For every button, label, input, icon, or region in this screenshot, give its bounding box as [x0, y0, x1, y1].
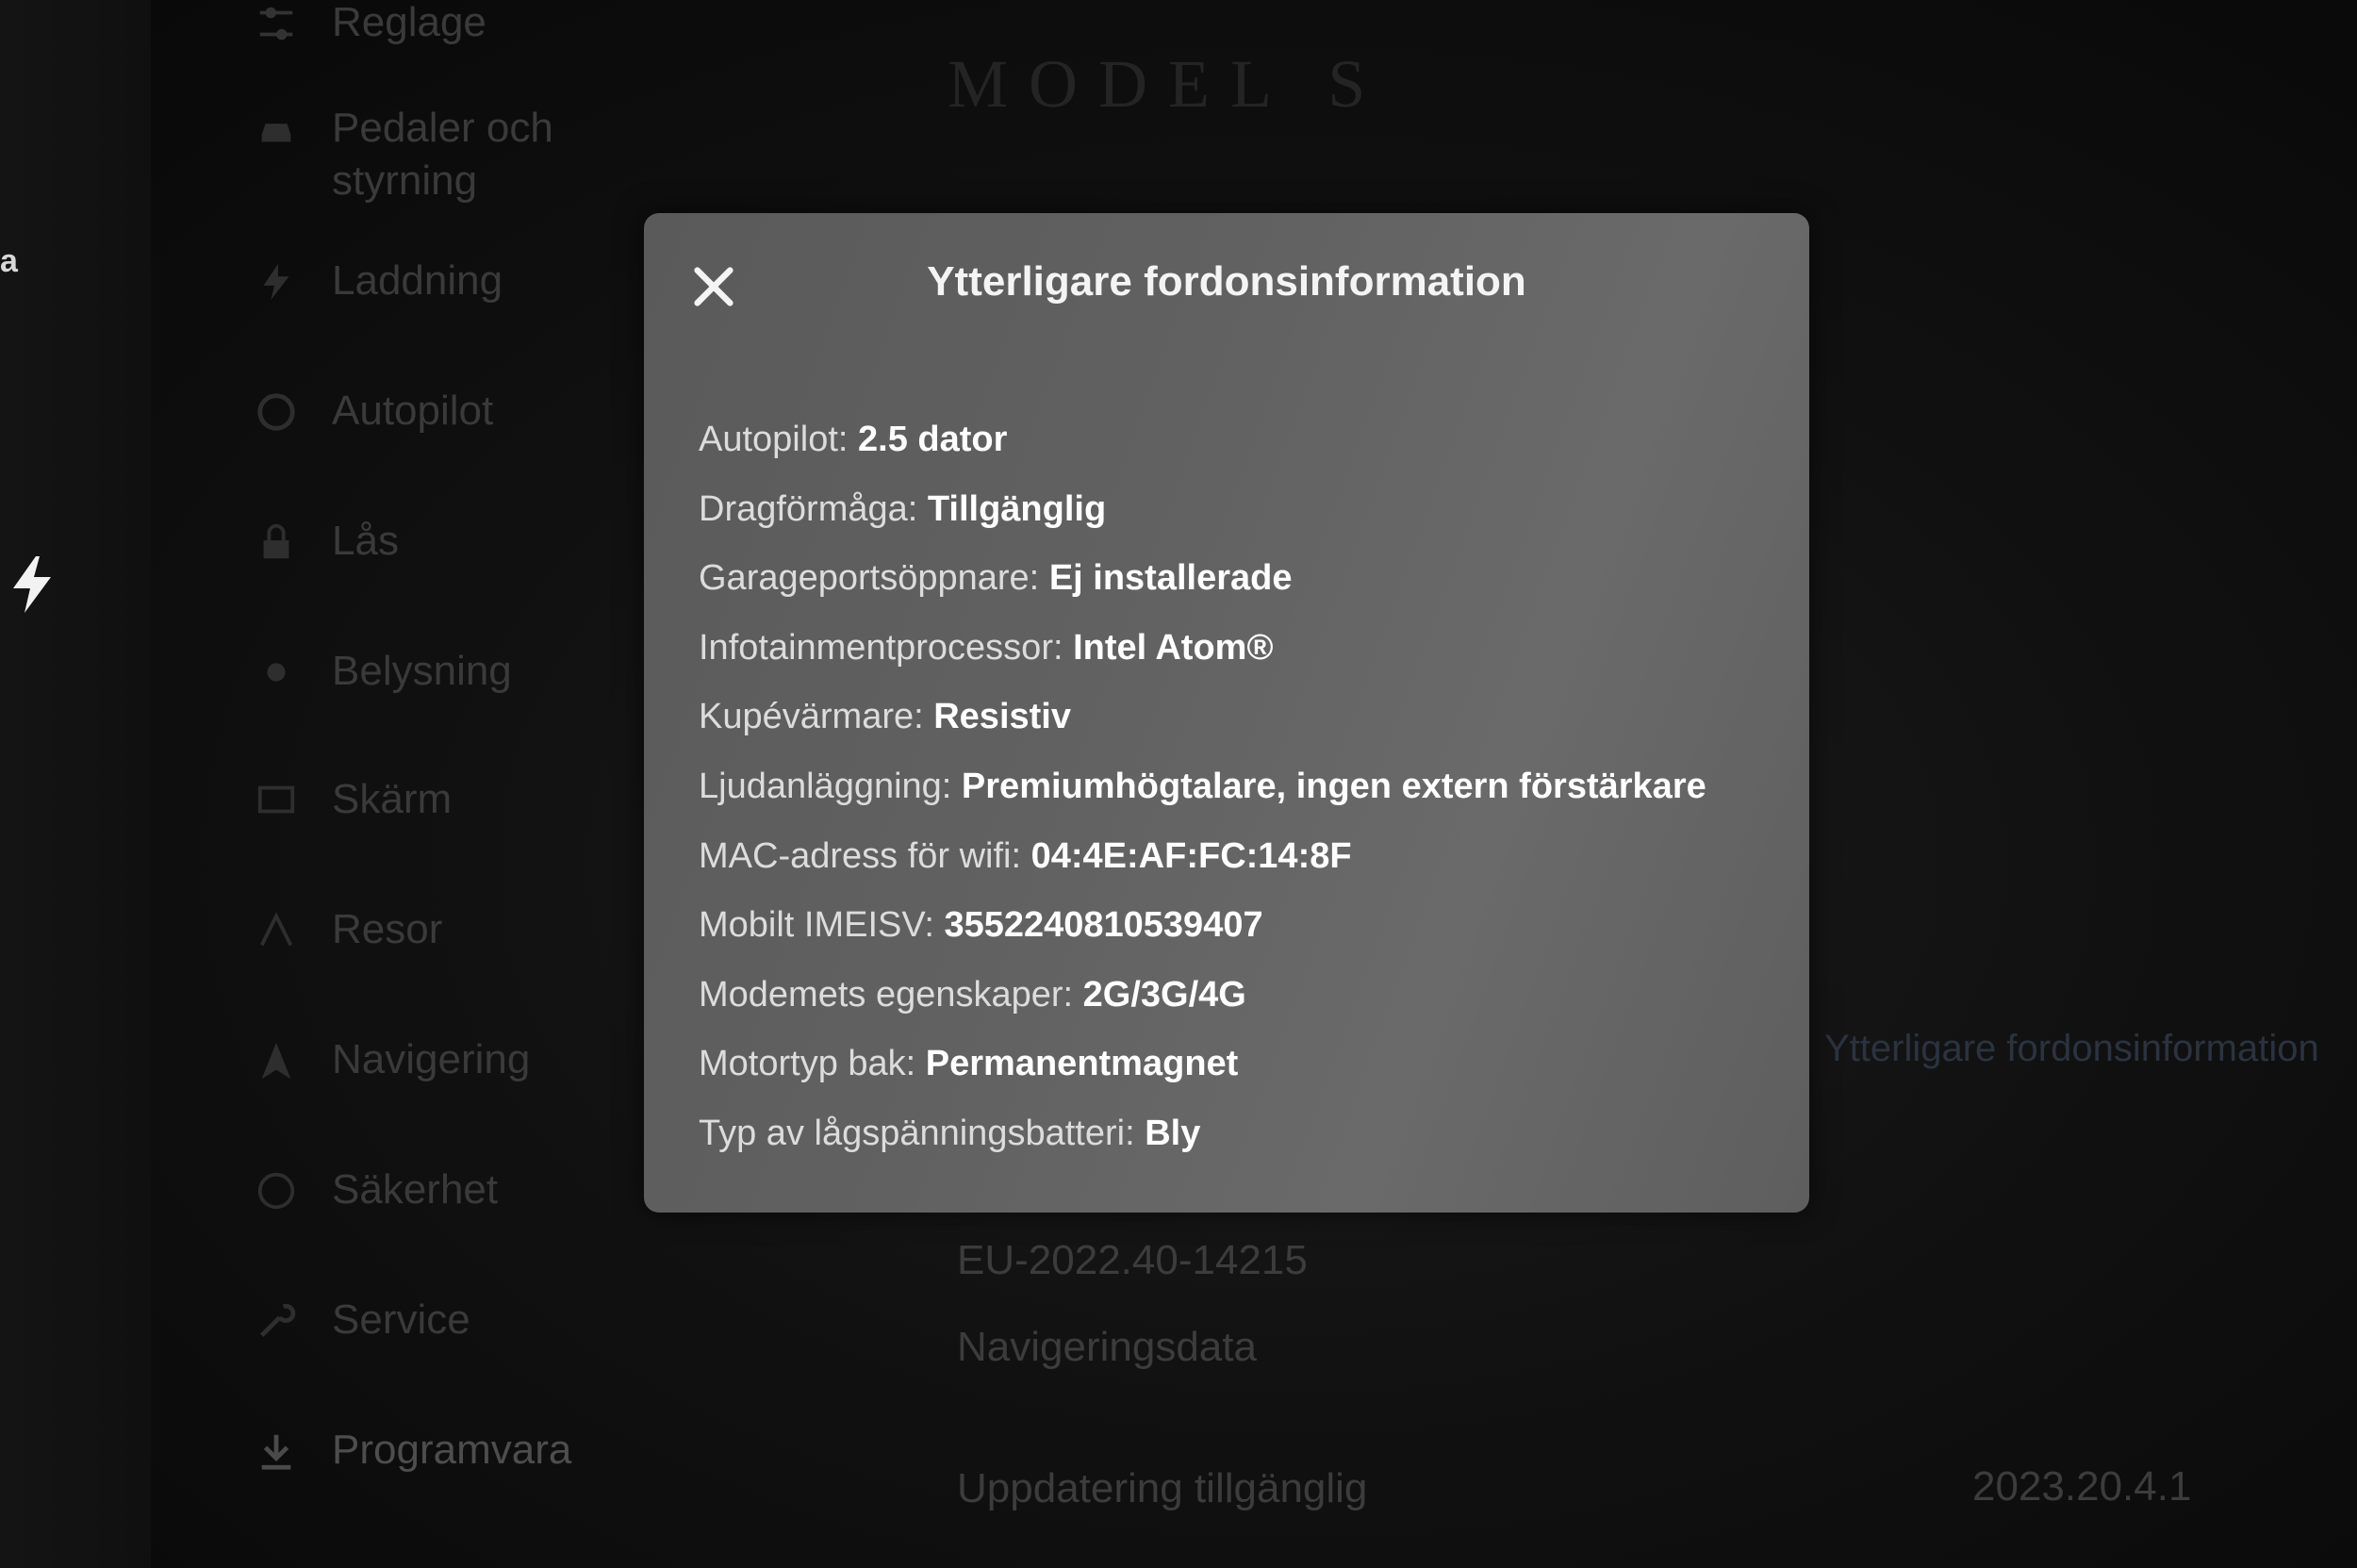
- info-row-dragformaga: Dragförmåga: Tillgänglig: [699, 475, 1706, 545]
- left-status-strip: a: [0, 0, 151, 1568]
- trips-icon: [259, 912, 293, 947]
- charging-icon: [263, 263, 289, 301]
- info-label: Infotainmentprocessor:: [699, 627, 1063, 668]
- menu-item-las[interactable]: Lås: [255, 515, 399, 568]
- additional-info-link[interactable]: Ytterligare fordonsinformation: [1824, 1028, 2319, 1070]
- info-row-kupevarmare: Kupévärmare: Resistiv: [699, 683, 1706, 752]
- display-icon: [257, 785, 295, 814]
- vehicle-info-list: Autopilot: 2.5 dator Dragförmåga: Tillgä…: [699, 405, 1706, 1169]
- info-value: 2.5 dator: [858, 420, 1008, 459]
- info-label: Dragförmåga:: [699, 488, 918, 529]
- info-label: Autopilot:: [699, 420, 849, 459]
- lock-icon: [263, 523, 289, 559]
- info-value: Ej installerade: [1048, 558, 1293, 599]
- menu-item-belysning[interactable]: Belysning: [255, 645, 512, 698]
- safety-icon: [257, 1172, 295, 1210]
- strip-partial-text: a: [0, 243, 18, 279]
- menu-item-label: Reglage: [332, 0, 486, 45]
- info-label: Garageportsöppnare:: [699, 558, 1040, 599]
- info-row-motortyp: Motortyp bak: Permanentmagnet: [699, 1030, 1706, 1099]
- menu-item-label: Säkerhet: [332, 1166, 499, 1213]
- sliders-icon: [259, 7, 293, 41]
- info-label: Motortyp bak:: [699, 1044, 916, 1084]
- menu-item-label: Lås: [332, 518, 399, 564]
- navigation-icon: [261, 1042, 291, 1080]
- info-value: 04:4E:AF:FC:14:8F: [1030, 835, 1352, 876]
- steering-wheel-icon: [257, 393, 295, 431]
- update-version: 2023.20.4.1: [1972, 1463, 2192, 1510]
- info-label: Typ av lågspänningsbatteri:: [699, 1113, 1135, 1153]
- menu-item-label: Resor: [332, 906, 443, 952]
- menu-item-service[interactable]: Service: [255, 1294, 470, 1346]
- info-row-mac-address: MAC-adress för wifi: 04:4E:AF:FC:14:8F: [699, 822, 1706, 892]
- menu-item-label: Autopilot: [332, 388, 494, 434]
- info-row-garageport: Garageportsöppnare: Ej installerade: [699, 544, 1706, 614]
- menu-item-reglage[interactable]: Reglage: [255, 0, 486, 49]
- menu-item-sakerhet[interactable]: Säkerhet: [255, 1164, 498, 1216]
- info-value: Bly: [1145, 1113, 1201, 1153]
- menu-item-label: Belysning: [332, 648, 512, 694]
- info-label: Ljudanläggning:: [699, 766, 952, 806]
- car-icon: [261, 124, 291, 142]
- menu-item-label: Skärm: [332, 776, 453, 822]
- info-row-infotainment: Infotainmentprocessor: Intel Atom®: [699, 614, 1706, 684]
- info-row-battery: Typ av lågspänningsbatteri: Bly: [699, 1099, 1706, 1169]
- modal-title: Ytterligare fordonsinformation: [927, 258, 1526, 305]
- model-title: MODEL S: [948, 46, 1387, 122]
- info-row-imeisv: Mobilt IMEISV: 3552240810539407: [699, 891, 1706, 961]
- nav-data-label: Navigeringsdata: [957, 1324, 1257, 1370]
- menu-item-autopilot[interactable]: Autopilot: [255, 385, 493, 437]
- info-value: Tillgänglig: [927, 488, 1107, 529]
- lightning-bolt-icon: [13, 556, 51, 613]
- menu-item-label: Service: [332, 1296, 470, 1343]
- menu-item-label: Programvara: [332, 1427, 572, 1473]
- info-value: 3552240810539407: [944, 905, 1263, 946]
- info-row-modem: Modemets egenskaper: 2G/3G/4G: [699, 961, 1706, 1031]
- light-icon: [267, 663, 286, 682]
- vehicle-screen: a Reglage Pedaler och styrning Laddning …: [0, 0, 2357, 1568]
- menu-item-label: Navigering: [332, 1036, 531, 1082]
- menu-item-laddning[interactable]: Laddning: [255, 255, 503, 307]
- info-row-ljudanlaggning: Ljudanläggning: Premiumhögtalare, ingen …: [699, 752, 1706, 822]
- info-value: Permanentmagnet: [925, 1044, 1239, 1084]
- info-value: Resistiv: [933, 697, 1071, 737]
- update-available-label[interactable]: Uppdatering tillgänglig: [957, 1465, 1367, 1512]
- info-label: Kupévärmare:: [699, 697, 924, 737]
- menu-item-pedaler[interactable]: Pedaler och styrning: [255, 102, 651, 207]
- info-label: Mobilt IMEISV:: [699, 905, 934, 946]
- download-icon: [261, 1434, 291, 1470]
- vehicle-info-modal: Ytterligare fordonsinformation Autopilot…: [644, 213, 1809, 1213]
- menu-item-label: Laddning: [332, 257, 503, 304]
- info-label: MAC-adress för wifi:: [699, 835, 1022, 876]
- menu-item-skarm[interactable]: Skärm: [255, 773, 452, 826]
- info-row-autopilot: Autopilot: 2.5 dator: [699, 405, 1706, 475]
- software-version: EU-2022.40-14215: [957, 1237, 1308, 1283]
- menu-item-navigering[interactable]: Navigering: [255, 1033, 530, 1086]
- menu-item-programvara[interactable]: Programvara: [255, 1424, 571, 1477]
- info-value: 2G/3G/4G: [1082, 974, 1246, 1015]
- menu-item-resor[interactable]: Resor: [255, 903, 442, 956]
- info-value: Premiumhögtalare, ingen extern förstärka…: [961, 766, 1706, 806]
- info-value: Intel Atom®: [1073, 627, 1274, 668]
- info-label: Modemets egenskaper:: [699, 974, 1074, 1015]
- wrench-icon: [259, 1303, 296, 1338]
- menu-item-label: Pedaler och styrning: [332, 105, 553, 204]
